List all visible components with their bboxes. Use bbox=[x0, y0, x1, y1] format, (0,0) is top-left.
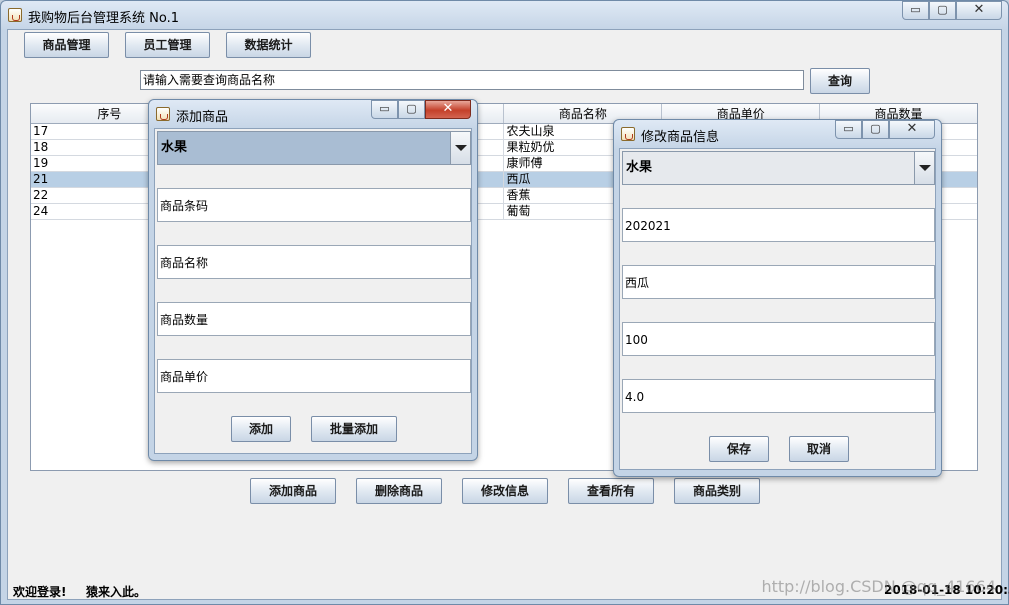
edit-dialog-titlebar[interactable]: 修改商品信息 ▭ ▢ ✕ bbox=[614, 120, 941, 148]
edit-quantity-input[interactable]: 100 bbox=[622, 322, 935, 356]
edit-goods-dialog: 修改商品信息 ▭ ▢ ✕ 水果 202021 西瓜 100 4.0 保存 取消 bbox=[613, 119, 942, 477]
maximize-icon[interactable]: ▢ bbox=[398, 100, 425, 119]
batch-add-button[interactable]: 批量添加 bbox=[311, 416, 397, 442]
add-dialog-title: 添加商品 bbox=[176, 110, 229, 125]
barcode-input[interactable]: 商品条码 bbox=[157, 188, 471, 222]
java-icon bbox=[621, 127, 635, 141]
goods-category-button[interactable]: 商品类别 bbox=[674, 478, 760, 504]
cancel-button[interactable]: 取消 bbox=[789, 436, 849, 462]
search-input[interactable]: 请输入需要查询商品名称 bbox=[140, 70, 804, 90]
add-category-select[interactable]: 水果 bbox=[157, 131, 471, 165]
edit-category-value: 水果 bbox=[626, 160, 653, 175]
save-button[interactable]: 保存 bbox=[709, 436, 769, 462]
tab-staff-management[interactable]: 员工管理 bbox=[125, 32, 210, 58]
price-input[interactable]: 商品单价 bbox=[157, 359, 471, 393]
add-button[interactable]: 添加 bbox=[231, 416, 291, 442]
watermark: http://blog.CSDN.@qq_41664 bbox=[761, 577, 996, 596]
edit-category-select[interactable]: 水果 bbox=[622, 151, 935, 185]
view-all-button[interactable]: 查看所有 bbox=[568, 478, 654, 504]
chevron-down-icon[interactable] bbox=[914, 152, 934, 184]
name-input[interactable]: 商品名称 bbox=[157, 245, 471, 279]
maximize-icon[interactable]: ▢ bbox=[929, 1, 956, 20]
chevron-down-icon[interactable] bbox=[450, 132, 470, 164]
welcome-text: 欢迎登录! bbox=[13, 585, 67, 599]
edit-name-input[interactable]: 西瓜 bbox=[622, 265, 935, 299]
add-goods-dialog: 添加商品 ▭ ▢ ✕ 水果 商品条码 商品名称 商品数量 商品单价 添加 批量添… bbox=[148, 99, 478, 461]
edit-info-button[interactable]: 修改信息 bbox=[462, 478, 548, 504]
java-icon bbox=[8, 8, 22, 22]
minimize-icon[interactable]: ▭ bbox=[835, 120, 862, 139]
edit-dialog-client: 水果 202021 西瓜 100 4.0 保存 取消 bbox=[619, 148, 936, 470]
main-title: 我购物后台管理系统 No.1 bbox=[28, 11, 179, 26]
add-goods-button[interactable]: 添加商品 bbox=[250, 478, 336, 504]
quantity-input[interactable]: 商品数量 bbox=[157, 302, 471, 336]
maximize-icon[interactable]: ▢ bbox=[862, 120, 889, 139]
user-text: 猿来入此。 bbox=[86, 585, 147, 599]
search-button[interactable]: 查询 bbox=[810, 68, 870, 94]
java-icon bbox=[156, 107, 170, 121]
add-category-value: 水果 bbox=[161, 140, 188, 155]
minimize-icon[interactable]: ▭ bbox=[902, 1, 929, 20]
edit-dialog-title: 修改商品信息 bbox=[641, 130, 720, 145]
tab-data-statistics[interactable]: 数据统计 bbox=[226, 32, 311, 58]
delete-goods-button[interactable]: 删除商品 bbox=[356, 478, 442, 504]
edit-price-input[interactable]: 4.0 bbox=[622, 379, 935, 413]
edit-barcode-input[interactable]: 202021 bbox=[622, 208, 935, 242]
add-dialog-titlebar[interactable]: 添加商品 ▭ ▢ ✕ bbox=[149, 100, 477, 128]
close-icon[interactable]: ✕ bbox=[425, 100, 471, 119]
minimize-icon[interactable]: ▭ bbox=[371, 100, 398, 119]
main-titlebar[interactable]: 我购物后台管理系统 No.1 ▭ ▢ ✕ bbox=[1, 1, 1008, 29]
close-icon[interactable]: ✕ bbox=[956, 1, 1002, 20]
tab-goods-management[interactable]: 商品管理 bbox=[24, 32, 109, 58]
close-icon[interactable]: ✕ bbox=[889, 120, 935, 139]
add-dialog-client: 水果 商品条码 商品名称 商品数量 商品单价 添加 批量添加 bbox=[154, 128, 472, 454]
